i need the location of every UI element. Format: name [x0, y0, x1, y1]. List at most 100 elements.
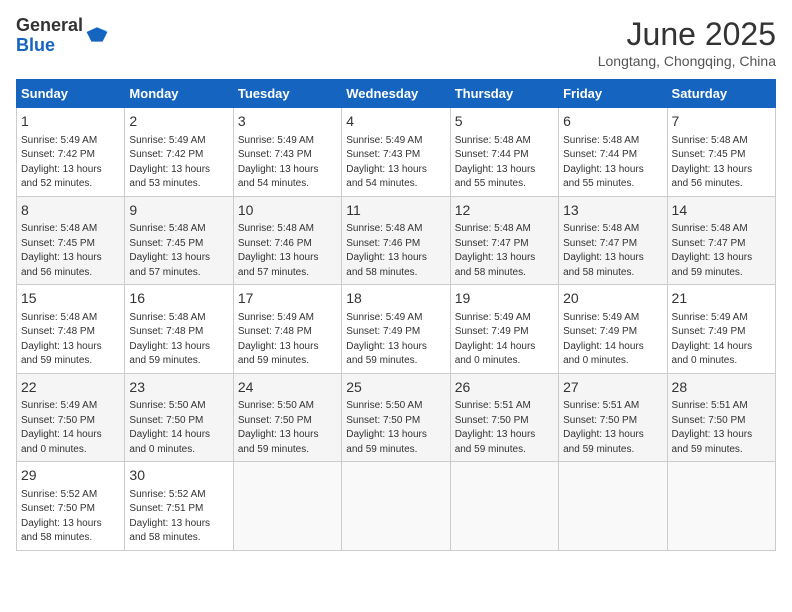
day-number: 12 [455, 201, 554, 221]
day-info: Sunrise: 5:51 AM Sunset: 7:50 PM Dayligh… [563, 399, 662, 457]
calendar-cell: 7Sunrise: 5:48 AM Sunset: 7:45 PM Daylig… [667, 108, 775, 197]
weekday-header-saturday: Saturday [667, 80, 775, 108]
day-number: 23 [129, 378, 228, 398]
day-number: 9 [129, 201, 228, 221]
location-subtitle: Longtang, Chongqing, China [598, 53, 776, 69]
weekday-header-friday: Friday [559, 80, 667, 108]
calendar-cell: 20Sunrise: 5:49 AM Sunset: 7:49 PM Dayli… [559, 285, 667, 374]
day-number: 17 [238, 289, 337, 309]
day-info: Sunrise: 5:48 AM Sunset: 7:47 PM Dayligh… [563, 222, 662, 280]
day-info: Sunrise: 5:52 AM Sunset: 7:50 PM Dayligh… [21, 488, 120, 546]
calendar-cell: 28Sunrise: 5:51 AM Sunset: 7:50 PM Dayli… [667, 373, 775, 462]
calendar-cell [559, 462, 667, 551]
calendar-cell: 14Sunrise: 5:48 AM Sunset: 7:47 PM Dayli… [667, 196, 775, 285]
day-info: Sunrise: 5:50 AM Sunset: 7:50 PM Dayligh… [346, 399, 445, 457]
calendar-cell: 18Sunrise: 5:49 AM Sunset: 7:49 PM Dayli… [342, 285, 450, 374]
month-year-title: June 2025 [598, 16, 776, 53]
calendar-cell: 26Sunrise: 5:51 AM Sunset: 7:50 PM Dayli… [450, 373, 558, 462]
logo: General Blue [16, 16, 109, 56]
day-number: 11 [346, 201, 445, 221]
calendar-cell [667, 462, 775, 551]
weekday-header-tuesday: Tuesday [233, 80, 341, 108]
calendar-cell: 12Sunrise: 5:48 AM Sunset: 7:47 PM Dayli… [450, 196, 558, 285]
day-number: 24 [238, 378, 337, 398]
calendar-cell: 4Sunrise: 5:49 AM Sunset: 7:43 PM Daylig… [342, 108, 450, 197]
day-info: Sunrise: 5:49 AM Sunset: 7:48 PM Dayligh… [238, 311, 337, 369]
day-number: 18 [346, 289, 445, 309]
day-info: Sunrise: 5:48 AM Sunset: 7:45 PM Dayligh… [129, 222, 228, 280]
calendar-cell: 13Sunrise: 5:48 AM Sunset: 7:47 PM Dayli… [559, 196, 667, 285]
calendar-cell: 16Sunrise: 5:48 AM Sunset: 7:48 PM Dayli… [125, 285, 233, 374]
day-info: Sunrise: 5:48 AM Sunset: 7:48 PM Dayligh… [129, 311, 228, 369]
calendar-cell: 17Sunrise: 5:49 AM Sunset: 7:48 PM Dayli… [233, 285, 341, 374]
weekday-header-sunday: Sunday [17, 80, 125, 108]
calendar-cell: 25Sunrise: 5:50 AM Sunset: 7:50 PM Dayli… [342, 373, 450, 462]
logo-icon [85, 24, 109, 48]
day-info: Sunrise: 5:51 AM Sunset: 7:50 PM Dayligh… [455, 399, 554, 457]
calendar-cell: 30Sunrise: 5:52 AM Sunset: 7:51 PM Dayli… [125, 462, 233, 551]
day-info: Sunrise: 5:48 AM Sunset: 7:46 PM Dayligh… [238, 222, 337, 280]
day-number: 30 [129, 466, 228, 486]
day-info: Sunrise: 5:50 AM Sunset: 7:50 PM Dayligh… [129, 399, 228, 457]
day-number: 19 [455, 289, 554, 309]
calendar-table: SundayMondayTuesdayWednesdayThursdayFrid… [16, 79, 776, 551]
calendar-cell: 1Sunrise: 5:49 AM Sunset: 7:42 PM Daylig… [17, 108, 125, 197]
weekday-header-wednesday: Wednesday [342, 80, 450, 108]
day-number: 22 [21, 378, 120, 398]
calendar-cell: 22Sunrise: 5:49 AM Sunset: 7:50 PM Dayli… [17, 373, 125, 462]
day-number: 2 [129, 112, 228, 132]
day-number: 8 [21, 201, 120, 221]
calendar-cell: 6Sunrise: 5:48 AM Sunset: 7:44 PM Daylig… [559, 108, 667, 197]
day-number: 4 [346, 112, 445, 132]
day-info: Sunrise: 5:48 AM Sunset: 7:47 PM Dayligh… [455, 222, 554, 280]
day-number: 29 [21, 466, 120, 486]
weekday-header-monday: Monday [125, 80, 233, 108]
day-number: 7 [672, 112, 771, 132]
day-info: Sunrise: 5:49 AM Sunset: 7:42 PM Dayligh… [21, 134, 120, 192]
calendar-cell: 5Sunrise: 5:48 AM Sunset: 7:44 PM Daylig… [450, 108, 558, 197]
title-block: June 2025 Longtang, Chongqing, China [598, 16, 776, 69]
day-number: 26 [455, 378, 554, 398]
calendar-cell: 21Sunrise: 5:49 AM Sunset: 7:49 PM Dayli… [667, 285, 775, 374]
calendar-cell [342, 462, 450, 551]
day-info: Sunrise: 5:48 AM Sunset: 7:47 PM Dayligh… [672, 222, 771, 280]
calendar-cell: 23Sunrise: 5:50 AM Sunset: 7:50 PM Dayli… [125, 373, 233, 462]
day-number: 6 [563, 112, 662, 132]
day-info: Sunrise: 5:49 AM Sunset: 7:42 PM Dayligh… [129, 134, 228, 192]
day-number: 10 [238, 201, 337, 221]
logo-blue-text: Blue [16, 35, 55, 55]
day-number: 27 [563, 378, 662, 398]
day-number: 25 [346, 378, 445, 398]
day-info: Sunrise: 5:48 AM Sunset: 7:44 PM Dayligh… [563, 134, 662, 192]
calendar-cell: 19Sunrise: 5:49 AM Sunset: 7:49 PM Dayli… [450, 285, 558, 374]
day-info: Sunrise: 5:49 AM Sunset: 7:49 PM Dayligh… [563, 311, 662, 369]
calendar-cell: 8Sunrise: 5:48 AM Sunset: 7:45 PM Daylig… [17, 196, 125, 285]
day-number: 15 [21, 289, 120, 309]
calendar-cell: 10Sunrise: 5:48 AM Sunset: 7:46 PM Dayli… [233, 196, 341, 285]
day-info: Sunrise: 5:48 AM Sunset: 7:45 PM Dayligh… [672, 134, 771, 192]
page-header: General Blue June 2025 Longtang, Chongqi… [16, 16, 776, 69]
day-info: Sunrise: 5:51 AM Sunset: 7:50 PM Dayligh… [672, 399, 771, 457]
day-number: 28 [672, 378, 771, 398]
calendar-cell: 24Sunrise: 5:50 AM Sunset: 7:50 PM Dayli… [233, 373, 341, 462]
day-number: 16 [129, 289, 228, 309]
day-info: Sunrise: 5:49 AM Sunset: 7:49 PM Dayligh… [346, 311, 445, 369]
day-info: Sunrise: 5:48 AM Sunset: 7:46 PM Dayligh… [346, 222, 445, 280]
day-number: 21 [672, 289, 771, 309]
calendar-cell: 3Sunrise: 5:49 AM Sunset: 7:43 PM Daylig… [233, 108, 341, 197]
day-info: Sunrise: 5:49 AM Sunset: 7:50 PM Dayligh… [21, 399, 120, 457]
logo-general-text: General [16, 15, 83, 35]
day-number: 5 [455, 112, 554, 132]
day-info: Sunrise: 5:48 AM Sunset: 7:48 PM Dayligh… [21, 311, 120, 369]
day-info: Sunrise: 5:48 AM Sunset: 7:45 PM Dayligh… [21, 222, 120, 280]
day-info: Sunrise: 5:49 AM Sunset: 7:49 PM Dayligh… [672, 311, 771, 369]
day-info: Sunrise: 5:49 AM Sunset: 7:43 PM Dayligh… [238, 134, 337, 192]
day-number: 13 [563, 201, 662, 221]
calendar-cell: 9Sunrise: 5:48 AM Sunset: 7:45 PM Daylig… [125, 196, 233, 285]
day-info: Sunrise: 5:52 AM Sunset: 7:51 PM Dayligh… [129, 488, 228, 546]
calendar-cell [233, 462, 341, 551]
day-info: Sunrise: 5:48 AM Sunset: 7:44 PM Dayligh… [455, 134, 554, 192]
day-number: 20 [563, 289, 662, 309]
day-info: Sunrise: 5:49 AM Sunset: 7:49 PM Dayligh… [455, 311, 554, 369]
day-number: 1 [21, 112, 120, 132]
